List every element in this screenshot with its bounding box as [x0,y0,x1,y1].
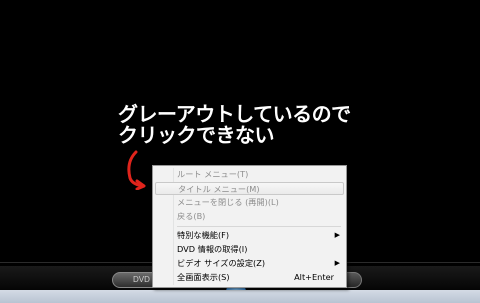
menu-item-video-size[interactable]: ビデオ サイズの設定(Z) ▶ [155,257,344,270]
dvd-label: DVD [133,275,150,284]
menu-item-root-menu: ルート メニュー(T) [155,168,344,181]
menu-item-label: DVD 情報の取得(I) [177,244,248,254]
menu-item-shortcut: Alt+Enter [294,272,334,282]
menu-item-label: タイトル メニュー(M) [178,184,260,194]
menu-item-label: ルート メニュー(T) [177,169,249,179]
annotation-line-1: グレーアウトしているので [118,102,351,126]
context-menu: ルート メニュー(T) タイトル メニュー(M) メニューを閉じる (再開)(L… [152,165,347,288]
menu-item-back: 戻る(B) [155,210,344,223]
menu-item-fullscreen[interactable]: 全画面表示(S) Alt+Enter [155,271,344,284]
submenu-arrow-icon: ▶ [334,259,340,267]
menu-item-title-menu: タイトル メニュー(M) [155,182,344,195]
menu-item-dvd-info[interactable]: DVD 情報の取得(I) [155,243,344,256]
taskbar [0,290,480,303]
menu-item-label: ビデオ サイズの設定(Z) [177,258,266,268]
menu-separator [177,226,341,227]
menu-item-label: 特別な機能(F) [177,230,230,240]
menu-item-label: 戻る(B) [177,211,206,221]
menu-item-special-features[interactable]: 特別な機能(F) ▶ [155,229,344,242]
menu-item-close-menu: メニューを閉じる (再開)(L) [155,196,344,209]
menu-item-label: メニューを閉じる (再開)(L) [177,197,279,207]
submenu-arrow-icon: ▶ [334,231,340,239]
annotation-line-2: クリックできない [118,123,274,147]
annotation-text: グレーアウトしているので クリックできない [118,104,351,146]
menu-item-label: 全画面表示(S) [177,272,230,282]
